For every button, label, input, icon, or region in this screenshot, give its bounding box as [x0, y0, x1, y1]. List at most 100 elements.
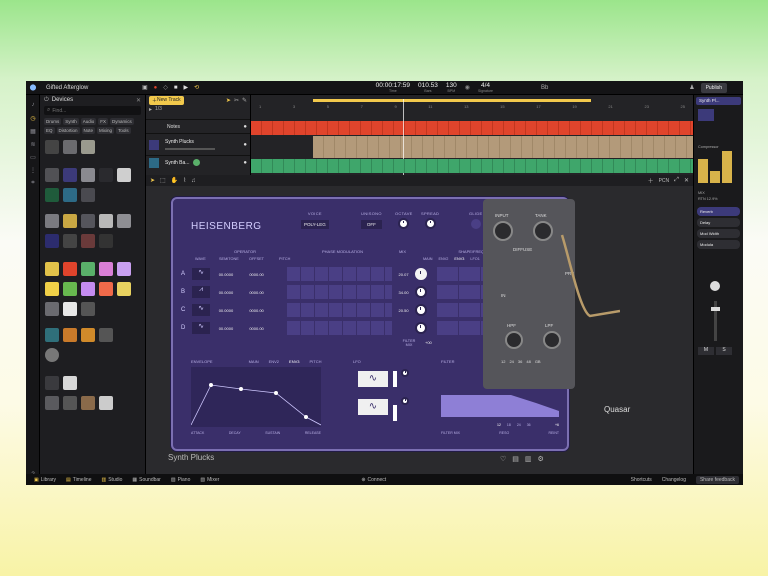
device-tile[interactable]: [45, 302, 59, 316]
filter-drums[interactable]: Drums: [44, 118, 62, 125]
device-tile[interactable]: [81, 140, 95, 154]
pm-grid[interactable]: [286, 285, 393, 299]
device-tile[interactable]: [63, 328, 77, 342]
semitone-value[interactable]: 00.0000: [210, 272, 243, 277]
piano-tab[interactable]: ▧ Piano: [171, 477, 191, 483]
search-input[interactable]: [52, 107, 133, 114]
device-tile[interactable]: [81, 282, 95, 296]
device-tile[interactable]: [81, 328, 95, 342]
device-tile[interactable]: [99, 214, 113, 228]
semitone-value[interactable]: 00.0000: [210, 326, 243, 331]
clip-synth-bass[interactable]: [251, 159, 693, 173]
shortcuts-link[interactable]: Shortcuts: [631, 477, 652, 483]
device-tile[interactable]: [45, 376, 59, 390]
plugins-icon[interactable]: ⌗: [29, 180, 37, 186]
device-tile[interactable]: [45, 348, 59, 362]
device-tile[interactable]: [81, 234, 95, 248]
device-tile[interactable]: [99, 396, 113, 410]
track-row[interactable]: Synth Ba... ●: [146, 155, 250, 169]
device-tile[interactable]: [45, 188, 59, 202]
solo-button[interactable]: [193, 159, 201, 166]
hpf-knob[interactable]: [505, 331, 523, 349]
filter-gain-value[interactable]: +6: [555, 423, 559, 427]
device-tile[interactable]: [81, 396, 95, 410]
insert-modula[interactable]: Modula: [697, 240, 740, 249]
pm-grid[interactable]: [286, 303, 393, 317]
device-tile[interactable]: [99, 328, 113, 342]
tempo-icon[interactable]: ◉: [465, 84, 470, 91]
envelope-graph[interactable]: [191, 367, 321, 427]
tank-knob[interactable]: [533, 221, 553, 241]
tab-env2[interactable]: ENV2: [439, 257, 449, 261]
device-tile[interactable]: [63, 168, 77, 182]
new-track-button[interactable]: ＋ New Track: [149, 95, 184, 105]
device-tile[interactable]: [117, 262, 131, 276]
device-tile[interactable]: [117, 214, 131, 228]
clip-notes[interactable]: [251, 121, 693, 135]
patch-cable[interactable]: [560, 231, 620, 351]
input-knob[interactable]: [493, 221, 513, 241]
close-icon[interactable]: ✕: [136, 97, 141, 104]
offset-value[interactable]: 0000.00: [242, 326, 271, 331]
search-field[interactable]: ⌕: [44, 106, 141, 115]
track-row[interactable]: Synth Plucks ●: [146, 133, 250, 155]
midi-icon[interactable]: ▥: [525, 455, 532, 463]
sine-wave-icon[interactable]: ∿: [192, 322, 210, 334]
attack-handle[interactable]: [209, 383, 213, 387]
expand-icon[interactable]: ▸: [149, 106, 152, 113]
insert-reverb[interactable]: Reverb: [697, 207, 740, 216]
mix-knob[interactable]: [415, 322, 427, 334]
decay-handle[interactable]: [239, 387, 243, 391]
fullscreen-icon[interactable]: ⤢: [674, 177, 679, 184]
filter-audio[interactable]: Audio: [80, 118, 97, 125]
filter-eq[interactable]: EQ: [44, 127, 55, 134]
zoom-select[interactable]: PCN: [659, 178, 670, 184]
semitone-value[interactable]: 00.0000: [210, 308, 243, 313]
device-tile[interactable]: [63, 262, 77, 276]
pm-grid[interactable]: [286, 321, 393, 335]
arrangement-timeline[interactable]: 1 3 5 7 9 11 13 15 17 19 21 23 25: [251, 95, 693, 187]
device-tile[interactable]: [81, 188, 95, 202]
loop-button[interactable]: ⟲: [194, 84, 199, 91]
offset-value[interactable]: 0000.00: [242, 308, 271, 313]
metronome-icon[interactable]: ◇: [163, 84, 168, 91]
device-tile[interactable]: [45, 396, 59, 410]
compressor-label[interactable]: Compressor: [698, 145, 739, 149]
key-select[interactable]: Bb: [541, 85, 548, 91]
track-row[interactable]: Notes ●: [146, 119, 250, 133]
filter-dynamics[interactable]: Dynamics: [110, 118, 134, 125]
close-icon[interactable]: ✕: [684, 177, 689, 184]
app-logo-icon[interactable]: ⬤: [26, 84, 40, 91]
lfo-rate-knob[interactable]: [401, 369, 409, 377]
filter-slope-option[interactable]: 12: [497, 423, 501, 427]
samples-icon[interactable]: ≋: [29, 141, 37, 148]
octave-knob[interactable]: [398, 218, 410, 229]
record-button[interactable]: ●: [154, 85, 158, 91]
sustain-handle[interactable]: [274, 391, 278, 395]
device-tile[interactable]: [45, 168, 59, 182]
release-handle[interactable]: [304, 415, 308, 419]
pm-grid[interactable]: [286, 267, 393, 281]
device-tile[interactable]: [63, 376, 77, 390]
marker-strip[interactable]: ● ◇ ■ ▶ ⟲: [154, 84, 376, 92]
device-tile[interactable]: [117, 282, 131, 296]
pencil-tool-icon[interactable]: ✎: [242, 97, 247, 104]
save-icon[interactable]: ▣: [142, 84, 148, 91]
offset-value[interactable]: 0000.00: [242, 272, 271, 277]
select-icon[interactable]: ⬚: [160, 177, 166, 184]
changelog-link[interactable]: Changelog: [662, 477, 686, 483]
mix-value[interactable]: 20.50: [392, 308, 415, 313]
device-tile[interactable]: [81, 302, 95, 316]
filter-mixing[interactable]: Mixing: [97, 127, 115, 134]
voice-select[interactable]: POLY-LEG: [301, 220, 329, 229]
unisono-select[interactable]: OFF: [361, 220, 382, 229]
filter-synth[interactable]: Synth: [63, 118, 79, 125]
studio-tab[interactable]: ▥ Studio: [101, 477, 122, 483]
lfo-slider[interactable]: [393, 371, 397, 387]
device-tile[interactable]: [81, 168, 95, 182]
env-tab-main[interactable]: MAIN: [249, 359, 259, 364]
filter-tools[interactable]: Tools: [116, 127, 131, 134]
lfo-wave-2[interactable]: ∿: [358, 399, 388, 415]
cursor-tool-icon[interactable]: ➤: [226, 97, 231, 104]
lpf-knob[interactable]: [543, 331, 561, 349]
